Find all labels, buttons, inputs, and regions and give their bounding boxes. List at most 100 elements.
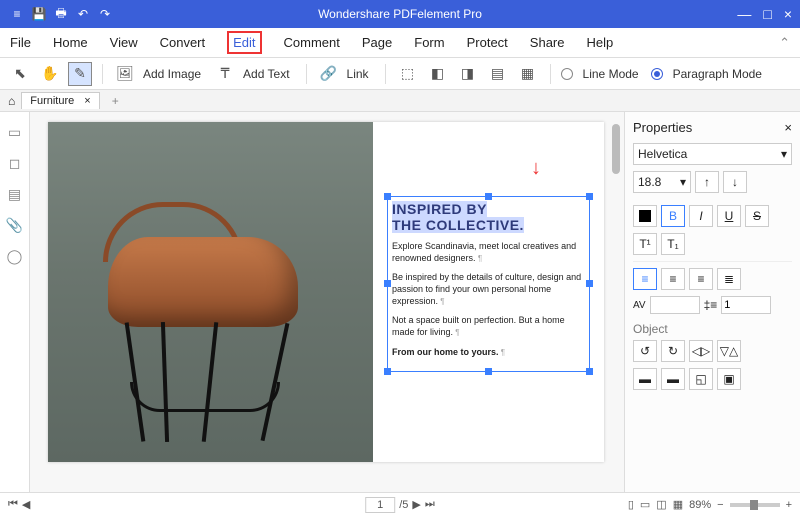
document-canvas[interactable]: ↓ INSPIRED BYTHE COLLECTIVE. Explore Sca… <box>30 112 624 492</box>
strike-button[interactable]: S <box>745 205 769 227</box>
flip-vertical-button[interactable]: ▽△ <box>717 340 741 362</box>
search-panel-icon[interactable]: ◯ <box>7 248 23 265</box>
view-single-icon[interactable]: ▯ <box>628 498 634 511</box>
object-section-label: Object <box>633 322 792 336</box>
maximize-button[interactable]: □ <box>763 6 771 22</box>
flip-horizontal-button[interactable]: ◁▷ <box>689 340 713 362</box>
undo-icon[interactable]: ↶ <box>76 7 90 21</box>
paragraph[interactable]: Be inspired by the details of culture, d… <box>392 272 585 307</box>
view-grid-icon[interactable]: ▦ <box>673 498 683 511</box>
menu-file[interactable]: File <box>10 35 31 50</box>
add-image-icon[interactable]: 🖼 <box>113 62 137 86</box>
next-page-last-button[interactable]: ⏭ <box>425 498 435 511</box>
bold-button[interactable]: B <box>661 205 685 227</box>
italic-button[interactable]: I <box>689 205 713 227</box>
save-icon[interactable]: 💾 <box>32 7 46 21</box>
menu-view[interactable]: View <box>110 35 138 50</box>
prev-page-button[interactable]: ◀ <box>22 498 30 511</box>
subscript-button[interactable]: T₁ <box>661 233 685 255</box>
close-button[interactable]: × <box>784 6 792 22</box>
bookmark-icon[interactable]: ◻ <box>9 155 21 172</box>
add-text-icon[interactable]: ₸ <box>213 62 237 86</box>
headline[interactable]: INSPIRED BYTHE COLLECTIVE. <box>392 201 585 233</box>
view-two-page-icon[interactable]: ◫ <box>656 498 666 511</box>
app-menu-icon[interactable]: ≡ <box>10 7 24 21</box>
menu-protect[interactable]: Protect <box>467 35 508 50</box>
line-mode-radio[interactable] <box>561 67 577 81</box>
tab-close-icon[interactable]: × <box>84 95 90 107</box>
paragraph-mode-radio[interactable] <box>651 67 667 81</box>
hand-tool[interactable]: ✋ <box>38 62 62 86</box>
zoom-value: 89% <box>689 499 711 511</box>
select-tool[interactable]: ⬉ <box>8 62 32 86</box>
page-number-input[interactable]: 1 <box>365 497 395 513</box>
redo-icon[interactable]: ↷ <box>98 7 112 21</box>
align-right-button[interactable]: ≡ <box>689 268 713 290</box>
increase-size-button[interactable]: ↑ <box>695 171 719 193</box>
document-tabs: ⌂ Furniture × + <box>0 90 800 112</box>
zoom-slider[interactable] <box>730 503 780 507</box>
rotate-right-button[interactable]: ↻ <box>661 340 685 362</box>
crop-icon[interactable]: ⬚ <box>396 62 420 86</box>
add-text-label[interactable]: Add Text <box>243 67 289 81</box>
paragraph[interactable]: From our home to yours. ¶ <box>392 347 585 359</box>
link-label[interactable]: Link <box>347 67 369 81</box>
new-tab-button[interactable]: + <box>106 94 125 108</box>
scrollbar-thumb[interactable] <box>612 124 620 174</box>
font-color-swatch[interactable] <box>633 205 657 227</box>
rotate-left-button[interactable]: ↺ <box>633 340 657 362</box>
menu-home[interactable]: Home <box>53 35 88 50</box>
menu-convert[interactable]: Convert <box>160 35 206 50</box>
replace-image-button[interactable]: ▣ <box>717 368 741 390</box>
menu-page[interactable]: Page <box>362 35 392 50</box>
edit-toolbar: ⬉ ✋ ✎ 🖼 Add Image ₸ Add Text 🔗 Link ⬚ ◧ … <box>0 58 800 90</box>
thumbnail-icon[interactable]: ▭ <box>8 124 21 141</box>
font-family-select[interactable]: Helvetica▾ <box>633 143 792 165</box>
paragraph[interactable]: Not a space built on perfection. But a h… <box>392 315 585 338</box>
menu-help[interactable]: Help <box>587 35 614 50</box>
underline-button[interactable]: U <box>717 205 741 227</box>
font-size-select[interactable]: 18.8▾ <box>633 171 691 193</box>
zoom-in-button[interactable]: + <box>786 499 792 511</box>
menu-comment[interactable]: Comment <box>284 35 340 50</box>
background-icon[interactable]: ◨ <box>456 62 480 86</box>
add-image-label[interactable]: Add Image <box>143 67 201 81</box>
align-left-button[interactable]: ≡ <box>633 268 657 290</box>
crop-object-button[interactable]: ◱ <box>689 368 713 390</box>
menu-share[interactable]: Share <box>530 35 565 50</box>
minimize-button[interactable]: — <box>737 6 751 22</box>
line-mode-label[interactable]: Line Mode <box>583 67 639 81</box>
print-icon[interactable]: 🖶 <box>54 7 68 21</box>
decrease-size-button[interactable]: ↓ <box>723 171 747 193</box>
paragraph-mode-label[interactable]: Paragraph Mode <box>673 67 762 81</box>
collapse-ribbon-icon[interactable]: ⌃ <box>779 35 790 51</box>
header-icon[interactable]: ▤ <box>486 62 510 86</box>
menu-edit[interactable]: Edit <box>227 31 261 54</box>
edit-tool[interactable]: ✎ <box>68 62 92 86</box>
menubar: File Home View Convert Edit Comment Page… <box>0 28 800 58</box>
align-objects-center-button[interactable]: ▬ <box>661 368 685 390</box>
next-page-button[interactable]: ▶ <box>412 498 420 511</box>
align-justify-button[interactable]: ≣ <box>717 268 741 290</box>
paragraph[interactable]: Explore Scandinavia, meet local creative… <box>392 241 585 264</box>
close-panel-icon[interactable]: × <box>784 120 792 135</box>
home-tab-icon[interactable]: ⌂ <box>8 94 15 108</box>
char-spacing-input[interactable] <box>650 296 700 314</box>
menu-form[interactable]: Form <box>414 35 444 50</box>
selected-text-box[interactable]: INSPIRED BYTHE COLLECTIVE. Explore Scand… <box>387 196 590 372</box>
attachment-icon[interactable]: 📎 <box>6 217 23 234</box>
link-icon[interactable]: 🔗 <box>317 62 341 86</box>
zoom-out-button[interactable]: − <box>717 499 723 511</box>
align-center-button[interactable]: ≡ <box>661 268 685 290</box>
bates-icon[interactable]: ▦ <box>516 62 540 86</box>
annotation-arrow-icon: ↓ <box>531 157 541 180</box>
line-height-input[interactable] <box>721 296 771 314</box>
align-objects-left-button[interactable]: ▬ <box>633 368 657 390</box>
view-continuous-icon[interactable]: ▭ <box>640 498 650 511</box>
tab-furniture[interactable]: Furniture × <box>21 92 99 109</box>
watermark-icon[interactable]: ◧ <box>426 62 450 86</box>
prev-page-first-button[interactable]: ⏮ <box>8 498 18 511</box>
comment-panel-icon[interactable]: ▤ <box>8 186 21 203</box>
app-title: Wondershare PDFelement Pro <box>318 7 482 21</box>
superscript-button[interactable]: T¹ <box>633 233 657 255</box>
